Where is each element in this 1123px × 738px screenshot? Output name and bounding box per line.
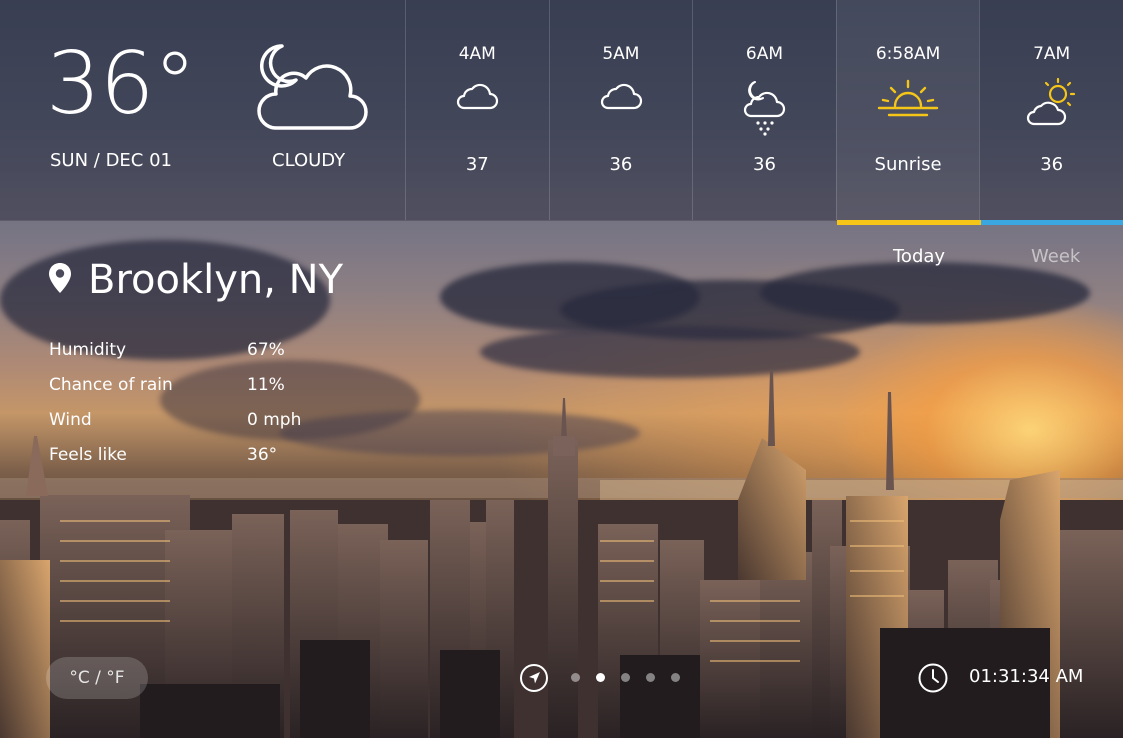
current-conditions: 36° SUN / DEC 01 CLOUDY — [0, 0, 405, 220]
stat-label: Chance of rain — [49, 375, 173, 395]
stat-value: 36° — [247, 445, 278, 465]
current-date: SUN / DEC 01 — [50, 150, 173, 171]
navigation-arrow-icon[interactable] — [519, 663, 549, 697]
current-condition: CLOUDY — [272, 150, 346, 171]
stat-value: 0 mph — [247, 410, 302, 430]
stat-value: 11% — [247, 375, 285, 395]
location-header[interactable]: Brooklyn, NY — [48, 252, 343, 308]
page-dot[interactable] — [671, 673, 680, 682]
hour-value: 36 — [609, 154, 633, 175]
hour-time: 4AM — [458, 44, 496, 64]
current-time: 01:31:34 AM — [969, 666, 1084, 687]
hour-value: 36 — [1040, 154, 1064, 175]
hour-time: 6AM — [745, 44, 784, 64]
stat-row: Chance of rain 11% — [49, 373, 301, 408]
hour-slot-sunrise[interactable]: 6:58AM Sunrise — [835, 0, 980, 220]
hour-time: 6:58AM — [875, 44, 941, 64]
hour-slot[interactable]: 7AM 36 — [979, 0, 1123, 220]
page-dot-active[interactable] — [596, 673, 605, 682]
sun-cloud-icon — [980, 77, 1123, 132]
location-pin-icon — [48, 262, 72, 298]
hour-time: 7AM — [1033, 44, 1071, 64]
hour-slot[interactable]: 5AM 36 — [548, 0, 693, 220]
location-name: Brooklyn, NY — [88, 257, 344, 303]
hour-time: 5AM — [602, 44, 640, 64]
current-temperature: 36° — [46, 34, 196, 134]
page-indicator — [571, 673, 680, 682]
stat-label: Wind — [49, 410, 92, 430]
hour-slot[interactable]: 6AM 36 — [692, 0, 836, 220]
hour-value: 36 — [753, 154, 776, 175]
cloud-icon — [550, 78, 693, 116]
hour-value: Sunrise — [874, 154, 942, 175]
hour-value: 37 — [465, 154, 489, 175]
stat-value: 67% — [247, 340, 285, 360]
hour-slot[interactable]: 4AM 37 — [405, 0, 549, 220]
stat-label: Feels like — [49, 445, 127, 465]
stat-row: Feels like 36° — [49, 443, 301, 478]
clock-icon — [917, 662, 949, 698]
next-hour-indicator-bar — [981, 220, 1123, 225]
page-dot[interactable] — [571, 673, 580, 682]
sunrise-indicator-bar — [837, 220, 981, 225]
cloud-icon — [406, 78, 549, 116]
stat-row: Humidity 67% — [49, 338, 301, 373]
page-dot[interactable] — [646, 673, 655, 682]
weather-stats: Humidity 67% Chance of rain 11% Wind 0 m… — [49, 338, 301, 478]
moon-cloud-snow-icon — [693, 78, 836, 140]
forecast-bar: 36° SUN / DEC 01 CLOUDY 4AM 37 5AM 36 6A… — [0, 0, 1123, 221]
sunrise-icon — [837, 78, 980, 122]
unit-toggle-button[interactable]: °C / °F — [46, 657, 148, 699]
page-dot[interactable] — [621, 673, 630, 682]
tab-week[interactable]: Week — [1031, 246, 1080, 267]
moon-cloud-icon — [246, 40, 370, 136]
hourly-forecast: 4AM 37 5AM 36 6AM 36 6:58AM Sunrise 7AM … — [405, 0, 1123, 220]
stat-row: Wind 0 mph — [49, 408, 301, 443]
stat-label: Humidity — [49, 340, 127, 360]
tab-today[interactable]: Today — [893, 246, 945, 267]
